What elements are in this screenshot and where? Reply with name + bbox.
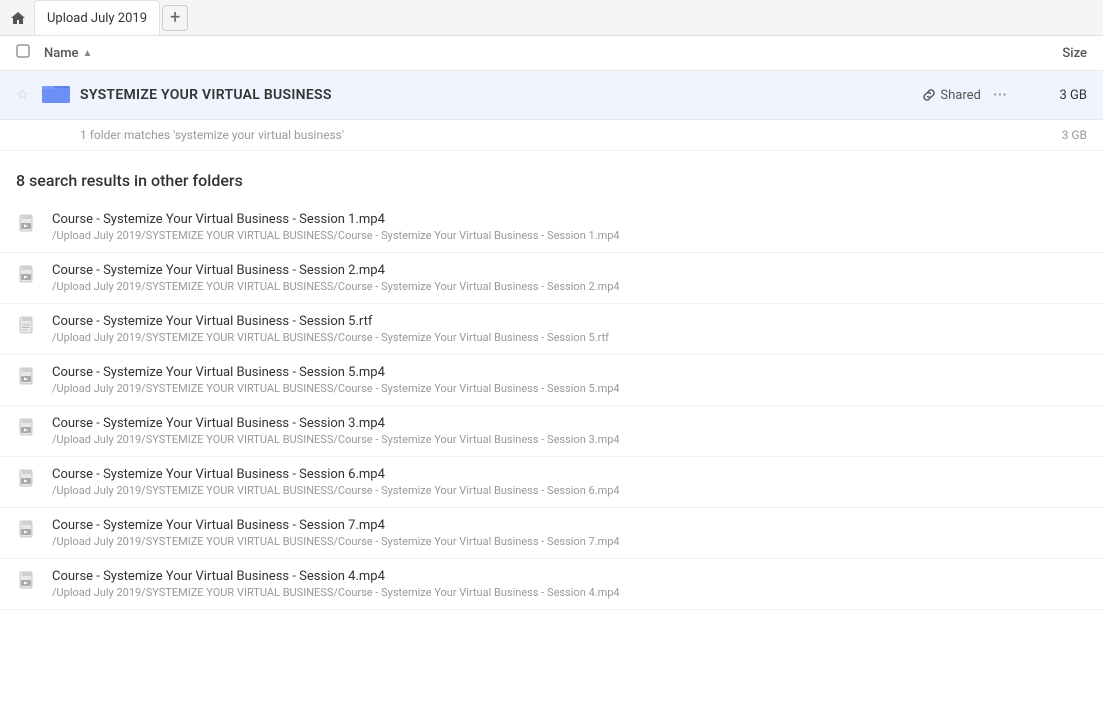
result-file-icon [16, 467, 40, 491]
home-icon[interactable] [8, 8, 28, 28]
video-file-icon [18, 214, 38, 234]
result-file-icon [16, 314, 40, 338]
sort-arrow-icon: ▲ [83, 48, 93, 59]
result-file-icon [16, 518, 40, 542]
result-info: Course - Systemize Your Virtual Business… [52, 467, 1087, 497]
folder-actions: Shared ··· [922, 85, 1007, 106]
result-info: Course - Systemize Your Virtual Business… [52, 314, 1087, 344]
result-name: Course - Systemize Your Virtual Business… [52, 263, 1087, 278]
result-path: /Upload July 2019/SYSTEMIZE YOUR VIRTUAL… [52, 331, 1087, 344]
folder-icon [42, 81, 70, 109]
result-path: /Upload July 2019/SYSTEMIZE YOUR VIRTUAL… [52, 535, 1087, 548]
name-column-label: Name [44, 46, 79, 61]
list-item[interactable]: Course - Systemize Your Virtual Business… [0, 304, 1103, 355]
result-path: /Upload July 2019/SYSTEMIZE YOUR VIRTUAL… [52, 382, 1087, 395]
shared-label: Shared [940, 88, 980, 103]
new-tab-button[interactable]: + [162, 5, 188, 31]
list-item[interactable]: Course - Systemize Your Virtual Business… [0, 406, 1103, 457]
result-name: Course - Systemize Your Virtual Business… [52, 212, 1087, 227]
tab-bar: Upload July 2019 + [0, 0, 1103, 36]
list-item[interactable]: Course - Systemize Your Virtual Business… [0, 202, 1103, 253]
result-file-icon [16, 263, 40, 287]
result-name: Course - Systemize Your Virtual Business… [52, 467, 1087, 482]
result-path: /Upload July 2019/SYSTEMIZE YOUR VIRTUAL… [52, 484, 1087, 497]
size-column-header: Size [1007, 46, 1087, 61]
shared-badge: Shared [922, 88, 980, 103]
result-info: Course - Systemize Your Virtual Business… [52, 518, 1087, 548]
video-file-icon [18, 571, 38, 591]
result-info: Course - Systemize Your Virtual Business… [52, 416, 1087, 446]
result-path: /Upload July 2019/SYSTEMIZE YOUR VIRTUAL… [52, 433, 1087, 446]
result-path: /Upload July 2019/SYSTEMIZE YOUR VIRTUAL… [52, 280, 1087, 293]
folder-size: 3 GB [1007, 88, 1087, 103]
current-tab[interactable]: Upload July 2019 [34, 0, 160, 35]
column-header: Name ▲ Size [0, 36, 1103, 71]
match-text: 1 folder matches 'systemize your virtual… [80, 128, 344, 142]
video-file-icon [18, 367, 38, 387]
result-name: Course - Systemize Your Virtual Business… [52, 416, 1087, 431]
size-column-label: Size [1062, 46, 1087, 61]
result-info: Course - Systemize Your Virtual Business… [52, 569, 1087, 599]
star-icon[interactable]: ☆ [16, 87, 36, 103]
result-info: Course - Systemize Your Virtual Business… [52, 212, 1087, 242]
result-path: /Upload July 2019/SYSTEMIZE YOUR VIRTUAL… [52, 586, 1087, 599]
result-name: Course - Systemize Your Virtual Business… [52, 518, 1087, 533]
result-path: /Upload July 2019/SYSTEMIZE YOUR VIRTUAL… [52, 229, 1087, 242]
list-item[interactable]: Course - Systemize Your Virtual Business… [0, 253, 1103, 304]
tab-label: Upload July 2019 [47, 11, 147, 26]
results-list: Course - Systemize Your Virtual Business… [0, 202, 1103, 610]
link-icon [922, 88, 936, 102]
result-info: Course - Systemize Your Virtual Business… [52, 365, 1087, 395]
more-options-icon[interactable]: ··· [993, 85, 1007, 106]
result-name: Course - Systemize Your Virtual Business… [52, 569, 1087, 584]
result-file-icon [16, 416, 40, 440]
rtf-file-icon [18, 316, 38, 336]
video-file-icon [18, 520, 38, 540]
video-file-icon [18, 265, 38, 285]
list-item[interactable]: Course - Systemize Your Virtual Business… [0, 355, 1103, 406]
list-item[interactable]: Course - Systemize Your Virtual Business… [0, 508, 1103, 559]
result-file-icon [16, 212, 40, 236]
section-header: 8 search results in other folders [0, 151, 1103, 202]
match-size: 3 GB [1062, 128, 1087, 142]
list-item[interactable]: Course - Systemize Your Virtual Business… [0, 559, 1103, 610]
video-file-icon [18, 469, 38, 489]
name-column-header[interactable]: Name ▲ [44, 46, 1007, 61]
result-name: Course - Systemize Your Virtual Business… [52, 314, 1087, 329]
select-all-checkbox[interactable] [16, 44, 36, 62]
result-info: Course - Systemize Your Virtual Business… [52, 263, 1087, 293]
folder-name: SYSTEMIZE YOUR VIRTUAL BUSINESS [80, 87, 922, 103]
result-name: Course - Systemize Your Virtual Business… [52, 365, 1087, 380]
list-item[interactable]: Course - Systemize Your Virtual Business… [0, 457, 1103, 508]
section-title: 8 search results in other folders [16, 171, 243, 190]
folder-row[interactable]: ☆ SYSTEMIZE YOUR VIRTUAL BUSINESS Shared… [0, 71, 1103, 120]
result-file-icon [16, 365, 40, 389]
video-file-icon [18, 418, 38, 438]
match-info-row: 1 folder matches 'systemize your virtual… [0, 120, 1103, 151]
result-file-icon [16, 569, 40, 593]
